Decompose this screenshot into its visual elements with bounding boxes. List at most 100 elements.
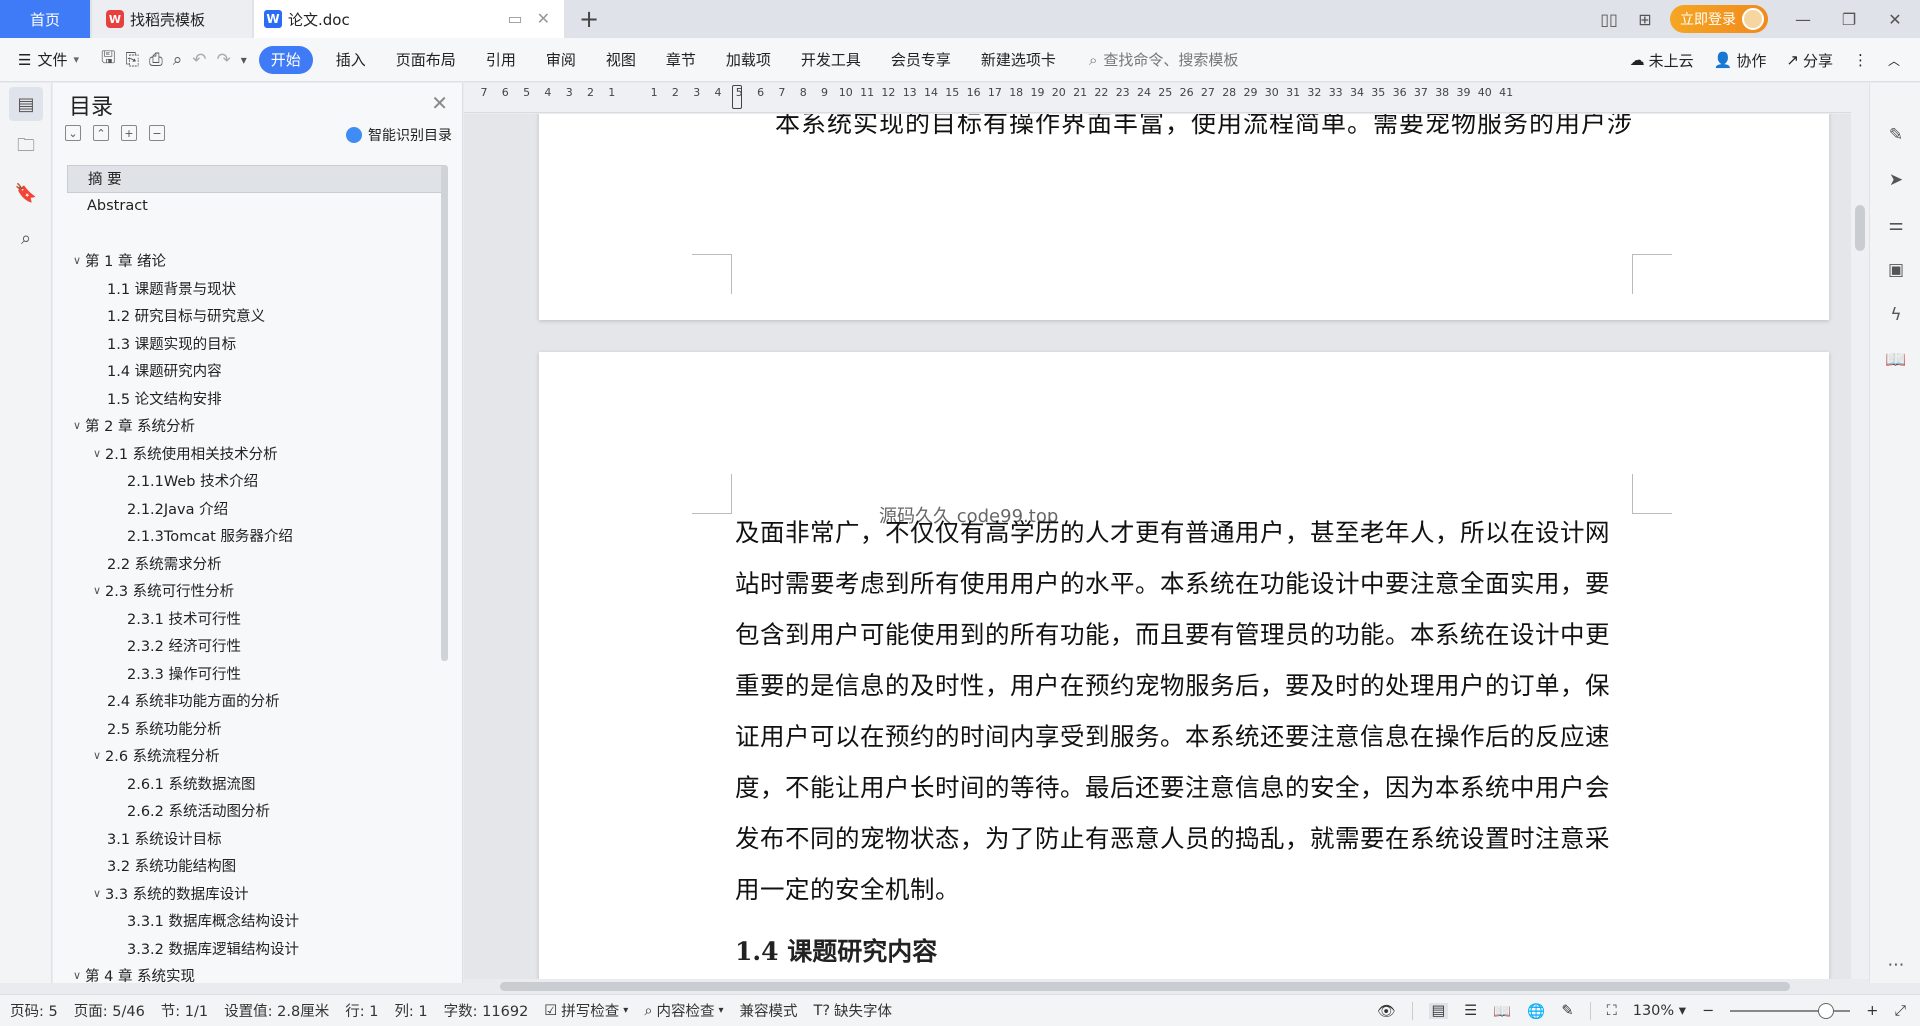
- ribbon-tab-start[interactable]: 开始: [258, 45, 313, 74]
- pen-mode-icon[interactable]: ✎: [1561, 1003, 1573, 1019]
- book-icon[interactable]: 📖: [1884, 348, 1908, 372]
- toc-item[interactable]: 1.1 课题背景与现状: [67, 275, 445, 303]
- toc-item[interactable]: ∨ 2.1 系统使用相关技术分析: [67, 440, 445, 468]
- horizontal-scroll-thumb[interactable]: [500, 982, 1790, 991]
- add-heading-icon[interactable]: +: [121, 125, 137, 141]
- toc-item[interactable]: 3.2 系统功能结构图: [67, 852, 445, 880]
- print-preview-icon[interactable]: ⌕: [173, 50, 183, 70]
- restore-icon[interactable]: ❐: [1838, 8, 1860, 30]
- more-menu-icon[interactable]: ⋮: [1853, 51, 1868, 69]
- ribbon-tab-review[interactable]: 审阅: [531, 46, 591, 74]
- zoom-level[interactable]: 130% ▾: [1633, 1003, 1686, 1019]
- spell-check-button[interactable]: ☑ 拼写检查 ▾: [544, 1000, 628, 1021]
- redo-icon[interactable]: ↷: [216, 50, 230, 70]
- toc-item[interactable]: 2.3.1 技术可行性: [67, 605, 445, 633]
- chevron-down-icon[interactable]: ∨: [89, 584, 105, 597]
- file-menu[interactable]: ☰ 文件 ▾: [0, 49, 89, 70]
- share-button[interactable]: ↗ 分享: [1786, 50, 1833, 71]
- adjust-sliders-icon[interactable]: ⚌: [1884, 213, 1908, 237]
- indent-marker[interactable]: [732, 85, 742, 109]
- toc-item[interactable]: ∨ 2.6 系统流程分析: [67, 742, 445, 770]
- document-page[interactable]: 源码久久 code99.top 及面非常广，不仅仅有高学历的人才更有普通用户，甚…: [539, 352, 1829, 979]
- cloud-status-button[interactable]: ☁ 未上云: [1630, 50, 1694, 71]
- more-dots-icon[interactable]: ⋯: [1884, 953, 1908, 977]
- ribbon-tab-page-layout[interactable]: 页面布局: [381, 46, 471, 74]
- toc-item[interactable]: Abstract: [67, 193, 445, 221]
- toc-item[interactable]: 2.3.2 经济可行性: [67, 632, 445, 660]
- status-page-code[interactable]: 页码: 5: [10, 1000, 58, 1021]
- toc-scrollbar[interactable]: [441, 165, 448, 661]
- chevron-down-icon[interactable]: ∨: [89, 887, 105, 900]
- toc-item[interactable]: 3.1 系统设计目标: [67, 825, 445, 853]
- toc-item[interactable]: 摘 要: [67, 165, 445, 193]
- toc-item[interactable]: 3.3.1 数据库概念结构设计: [67, 907, 445, 935]
- horizontal-scrollbar[interactable]: [484, 979, 1834, 993]
- reading-view-icon[interactable]: 📖: [1493, 1003, 1511, 1020]
- ribbon-tab-insert[interactable]: 插入: [321, 46, 381, 74]
- bookmark-icon[interactable]: 🔖: [13, 180, 39, 206]
- zoom-slider-knob[interactable]: [1818, 1003, 1835, 1019]
- expand-up-icon[interactable]: ⌃: [93, 125, 109, 141]
- image-tools-icon[interactable]: ▣: [1884, 258, 1908, 282]
- minimize-icon[interactable]: —: [1792, 8, 1814, 30]
- toc-item[interactable]: 2.1.2Java 介绍: [67, 495, 445, 523]
- vertical-scrollbar[interactable]: [1851, 83, 1869, 979]
- new-tab-button[interactable]: +: [574, 4, 604, 34]
- collapse-ribbon-icon[interactable]: ︿: [1888, 52, 1900, 69]
- lightning-icon[interactable]: ϟ: [1884, 303, 1908, 327]
- close-icon[interactable]: ✕: [431, 91, 448, 115]
- export-pdf-icon[interactable]: ⎘: [125, 50, 139, 70]
- toc-item[interactable]: 1.5 论文结构安排: [67, 385, 445, 413]
- toc-item[interactable]: 2.3.3 操作可行性: [67, 660, 445, 688]
- grid-apps-icon[interactable]: ⊞: [1634, 8, 1656, 30]
- chevron-down-icon[interactable]: ∨: [89, 749, 105, 762]
- toc-item[interactable]: 1.4 课题研究内容: [67, 357, 445, 385]
- zoom-in-button[interactable]: +: [1866, 1003, 1878, 1019]
- ribbon-tab-references[interactable]: 引用: [471, 46, 531, 74]
- ribbon-tab-developer[interactable]: 开发工具: [786, 46, 876, 74]
- toc-item[interactable]: 2.5 系统功能分析: [67, 715, 445, 743]
- save-icon[interactable]: 🖫: [101, 45, 115, 74]
- find-icon[interactable]: ⌕: [13, 225, 39, 251]
- status-page[interactable]: 页面: 5/46: [74, 1000, 145, 1021]
- toc-item[interactable]: ∨ 2.3 系统可行性分析: [67, 577, 445, 605]
- document-page[interactable]: 本系统实现的目标有操作界面丰富，使用流程简单。需要宠物服务的用户涉: [539, 114, 1829, 320]
- fullscreen-icon[interactable]: ⤢: [1894, 1003, 1906, 1019]
- tab-templates[interactable]: W 找稻壳模板: [92, 0, 252, 38]
- customize-chevron-icon[interactable]: ▾: [241, 53, 247, 67]
- ribbon-tab-view[interactable]: 视图: [591, 46, 651, 74]
- toc-item[interactable]: 2.4 系统非功能方面的分析: [67, 687, 445, 715]
- ribbon-tab-member[interactable]: 会员专享: [876, 46, 966, 74]
- undo-icon[interactable]: ↶: [192, 50, 206, 70]
- toc-item[interactable]: 2.6.1 系统数据流图: [67, 770, 445, 798]
- toc-item[interactable]: ∨ 第 2 章 系统分析: [67, 412, 445, 440]
- print-icon[interactable]: ⎙: [149, 50, 163, 70]
- login-button[interactable]: 立即登录: [1670, 5, 1768, 33]
- chevron-down-icon[interactable]: ∨: [69, 969, 85, 982]
- toc-item[interactable]: 1.3 课题实现的目标: [67, 330, 445, 358]
- toc-item[interactable]: 3.3.2 数据库逻辑结构设计: [67, 935, 445, 963]
- pen-icon[interactable]: ✎: [1884, 123, 1908, 147]
- content-check-button[interactable]: ⌕ 内容检查 ▾: [644, 1000, 723, 1021]
- status-section[interactable]: 节: 1/1: [161, 1000, 208, 1021]
- chevron-down-icon[interactable]: ∨: [69, 254, 85, 267]
- fit-page-icon[interactable]: ⛶: [1607, 1003, 1617, 1019]
- toc-item[interactable]: ∨ 第 1 章 绪论: [67, 247, 445, 275]
- remove-heading-icon[interactable]: −: [149, 125, 165, 141]
- missing-font-button[interactable]: T? 缺失字体: [813, 1000, 892, 1021]
- chevron-down-icon[interactable]: ∨: [89, 447, 105, 460]
- toc-item[interactable]: 2.6.2 系统活动图分析: [67, 797, 445, 825]
- chevron-down-icon[interactable]: ∨: [69, 419, 85, 432]
- toc-panel-icon[interactable]: ▤: [9, 87, 43, 121]
- tab-document[interactable]: W 论文.doc ▭ ✕: [254, 0, 564, 38]
- toc-item[interactable]: 2.1.1Web 技术介绍: [67, 467, 445, 495]
- smart-toc-button[interactable]: 智能识别目录: [346, 125, 452, 145]
- status-setting[interactable]: 设置值: 2.8厘米: [224, 1000, 329, 1021]
- float-window-icon[interactable]: ▭: [507, 9, 522, 28]
- ribbon-tab-addins[interactable]: 加载项: [711, 46, 786, 74]
- tab-home[interactable]: 首页: [0, 0, 90, 38]
- collapse-all-icon[interactable]: ⌄: [65, 125, 81, 141]
- zoom-out-button[interactable]: −: [1702, 1003, 1714, 1019]
- toc-item[interactable]: 2.2 系统需求分析: [67, 550, 445, 578]
- status-word-count[interactable]: 字数: 11692: [444, 1000, 529, 1021]
